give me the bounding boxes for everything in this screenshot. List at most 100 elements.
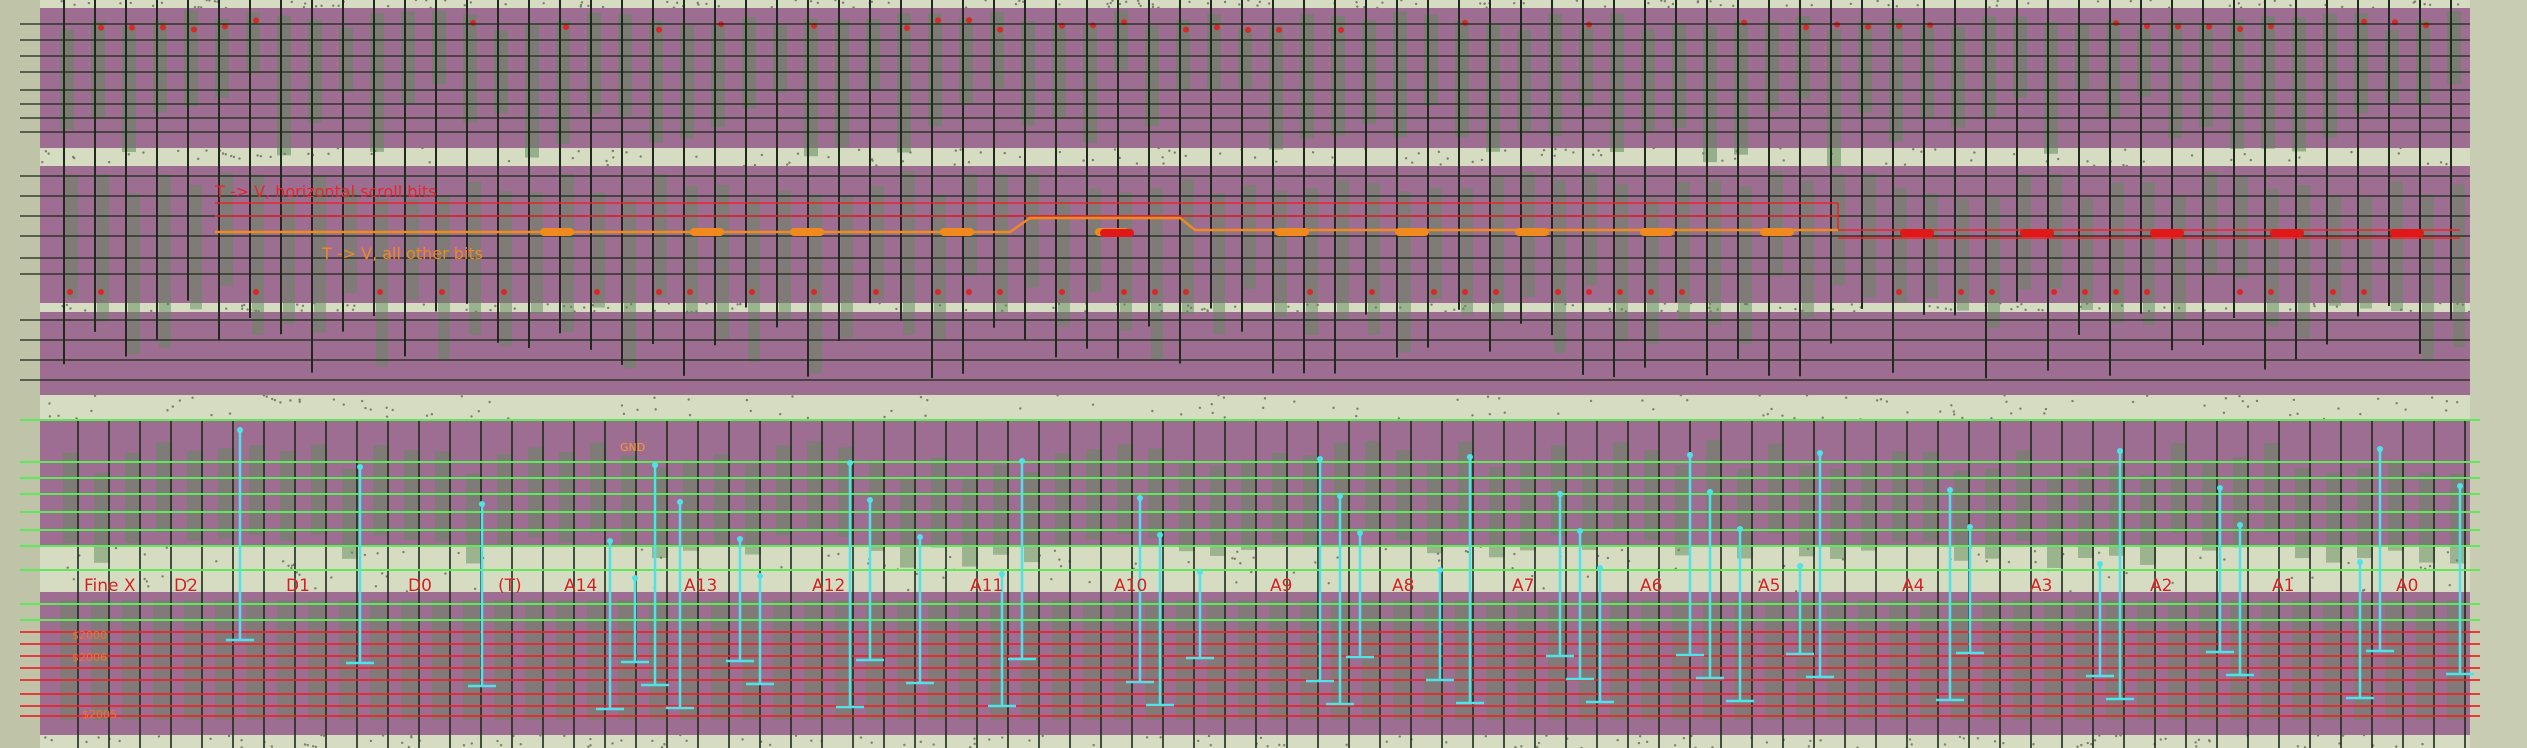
speckle	[143, 577, 146, 581]
poly-block	[308, 19, 322, 124]
speckle	[1381, 1, 1384, 4]
speckle	[160, 1, 164, 5]
contact	[873, 289, 879, 295]
speckle	[1223, 0, 1227, 4]
via	[479, 501, 485, 507]
contact	[2423, 22, 2429, 29]
speckle	[1437, 150, 1441, 154]
contact	[1803, 24, 1809, 31]
speckle	[1903, 163, 1907, 166]
via	[2097, 561, 2103, 567]
poly-block	[1424, 14, 1438, 106]
bit-label: A8	[1392, 576, 1415, 596]
poly-block	[2388, 460, 2404, 551]
speckle	[327, 152, 330, 156]
speckle	[430, 413, 434, 416]
speckle	[232, 155, 236, 159]
speckle	[224, 307, 228, 310]
speckle	[606, 306, 610, 310]
speckle	[1282, 743, 1286, 747]
speckle	[1660, 309, 1663, 313]
speckle	[2362, 733, 2366, 737]
speckle	[1609, 310, 1612, 313]
speckle	[1206, 309, 1209, 312]
speckle	[460, 395, 464, 398]
speckle	[177, 149, 180, 153]
speckle	[1993, 740, 1997, 743]
speckle	[85, 740, 88, 744]
speckle	[1200, 308, 1204, 311]
speckle	[1949, 308, 1953, 311]
speckle	[1236, 550, 1239, 554]
speckle	[1233, 557, 1237, 560]
speckle	[2399, 146, 2402, 150]
poly-block	[1337, 179, 1349, 321]
speckle	[2145, 394, 2149, 397]
speckle	[2395, 402, 2398, 405]
poly-block	[1771, 170, 1783, 277]
contact	[67, 289, 73, 295]
speckle	[2311, 576, 2314, 579]
poly-block	[1610, 13, 1624, 152]
red-pass-gate	[2390, 229, 2424, 237]
speckle	[69, 307, 72, 310]
poly-block	[1982, 16, 1996, 119]
speckle	[620, 739, 623, 742]
poly-block	[717, 184, 729, 339]
speckle	[330, 576, 333, 579]
poly-block	[621, 455, 637, 546]
speckle	[903, 743, 906, 747]
speckle	[215, 560, 218, 563]
speckle	[2288, 159, 2291, 162]
speckle	[1410, 161, 1414, 164]
speckle	[2249, 158, 2253, 162]
poly-block	[965, 173, 977, 276]
speckle	[2012, 152, 2016, 156]
speckle	[1139, 4, 1142, 8]
speckle	[1082, 159, 1085, 162]
contact	[2051, 289, 2057, 295]
speckle	[827, 155, 830, 159]
poly-block	[962, 476, 978, 567]
speckle	[73, 3, 76, 7]
speckle	[786, 163, 789, 166]
poly-block	[370, 13, 384, 152]
speckle	[391, 408, 394, 412]
poly-block	[897, 600, 915, 720]
via	[1019, 458, 1025, 464]
bit-label: A12	[812, 576, 846, 596]
speckle	[796, 152, 800, 155]
poly-block	[1827, 29, 1841, 168]
poly-block	[249, 445, 265, 536]
speckle	[1106, 2, 1109, 6]
speckle	[166, 409, 169, 412]
poly-block	[531, 192, 543, 314]
speckle	[1188, 0, 1191, 4]
speckle	[1944, 307, 1948, 310]
poly-block	[2044, 22, 2058, 154]
contact	[98, 289, 104, 295]
poly-block	[1396, 450, 1412, 541]
contact	[2113, 289, 2119, 295]
speckle	[1663, 0, 1667, 3]
contact	[1989, 289, 1995, 295]
speckle	[2412, 1, 2415, 4]
speckle	[2027, 2, 2030, 5]
speckle	[301, 304, 305, 307]
speckle	[1151, 3, 1155, 6]
speckle	[1667, 5, 1670, 9]
contact	[966, 17, 972, 24]
speckle	[256, 154, 259, 157]
speckle	[44, 736, 47, 739]
speckle	[2131, 400, 2135, 404]
speckle	[778, 412, 782, 416]
contact	[1493, 289, 1499, 295]
speckle	[1332, 406, 1335, 410]
speckle	[653, 309, 657, 312]
speckle	[1758, 394, 1761, 397]
speckle	[685, 739, 688, 742]
speckle	[1805, 394, 1809, 397]
poly-block	[2354, 600, 2372, 720]
speckle	[196, 157, 200, 161]
speckle	[2167, 6, 2171, 9]
